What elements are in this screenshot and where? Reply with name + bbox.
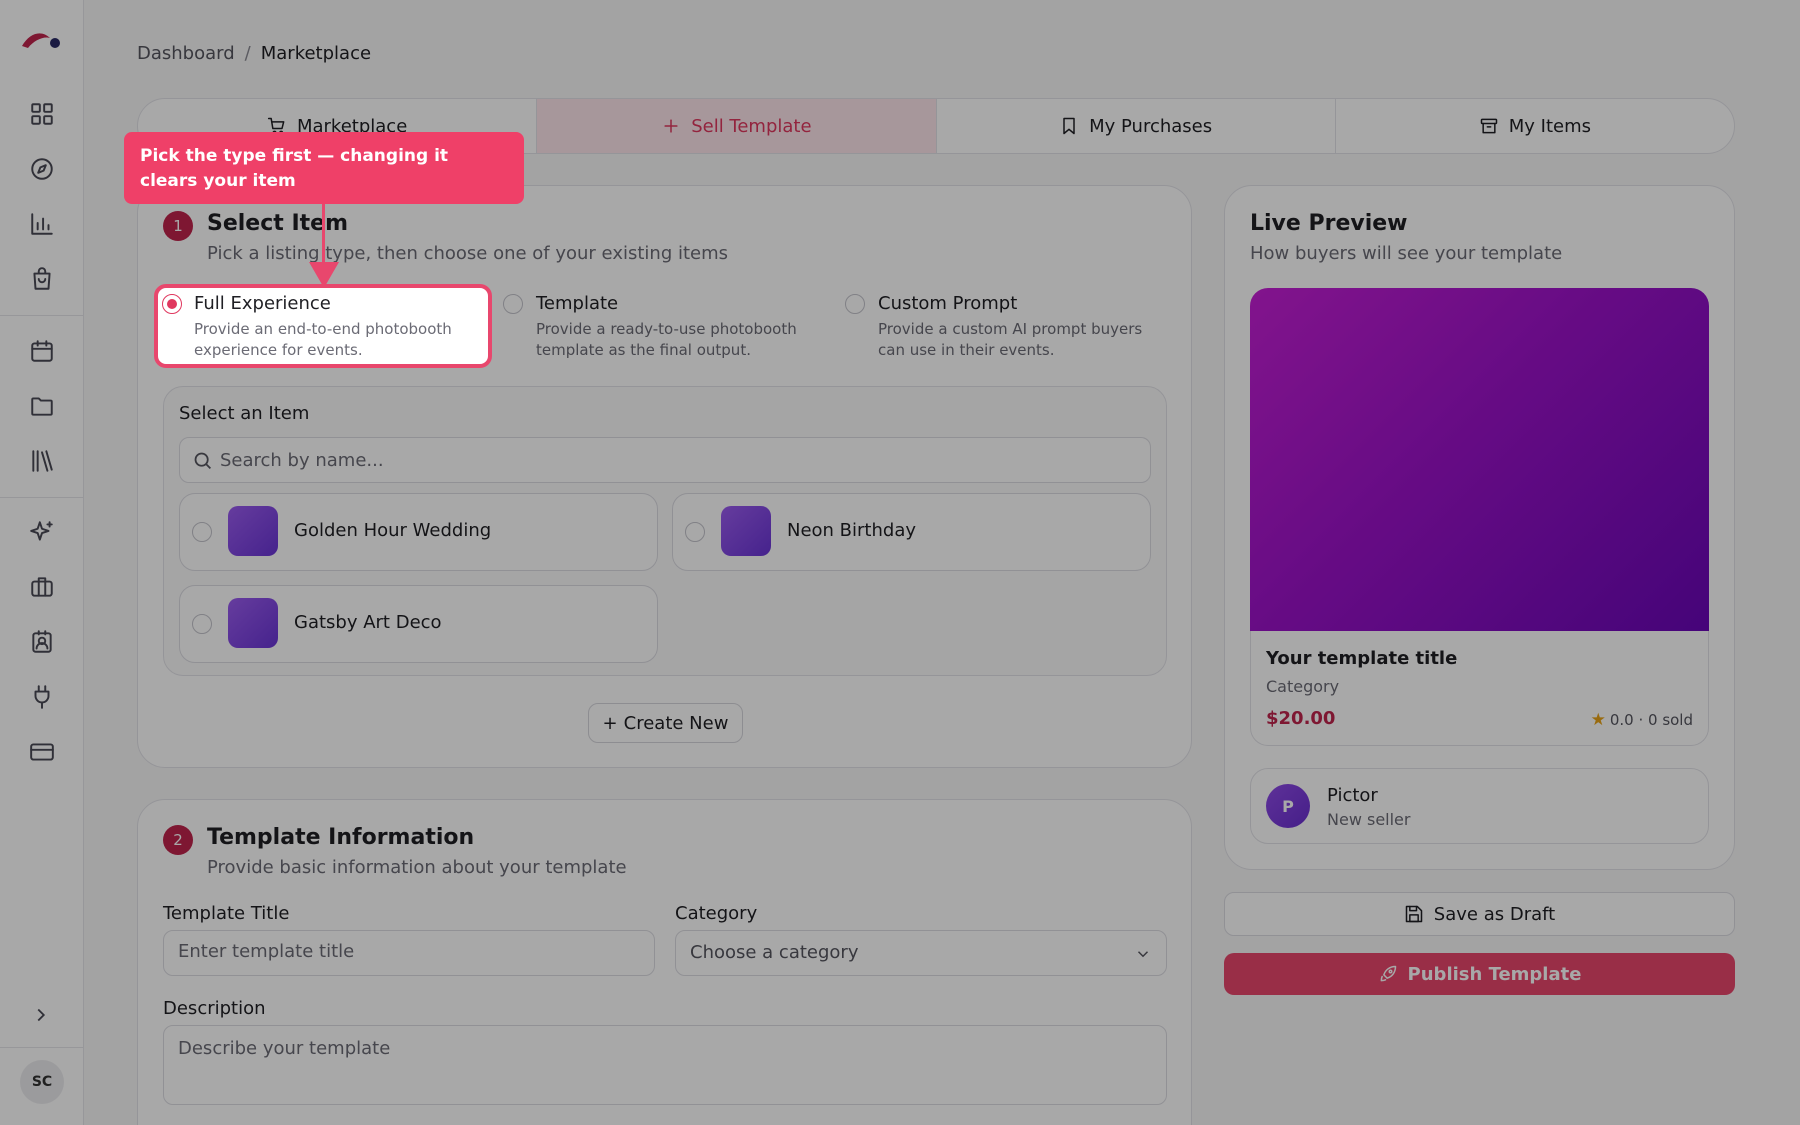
option-full-experience[interactable]: Full Experience Provide an end-to-end ph…: [154, 284, 492, 368]
option-description: Provide an end-to-end photobooth experie…: [194, 320, 452, 359]
onboarding-tooltip: Pick the type first — changing it clears…: [124, 132, 524, 204]
radio-full-experience[interactable]: [162, 294, 182, 314]
option-title: Full Experience: [194, 293, 331, 314]
tooltip-arrow-head: [309, 262, 339, 288]
tooltip-arrow-line: [322, 204, 325, 266]
